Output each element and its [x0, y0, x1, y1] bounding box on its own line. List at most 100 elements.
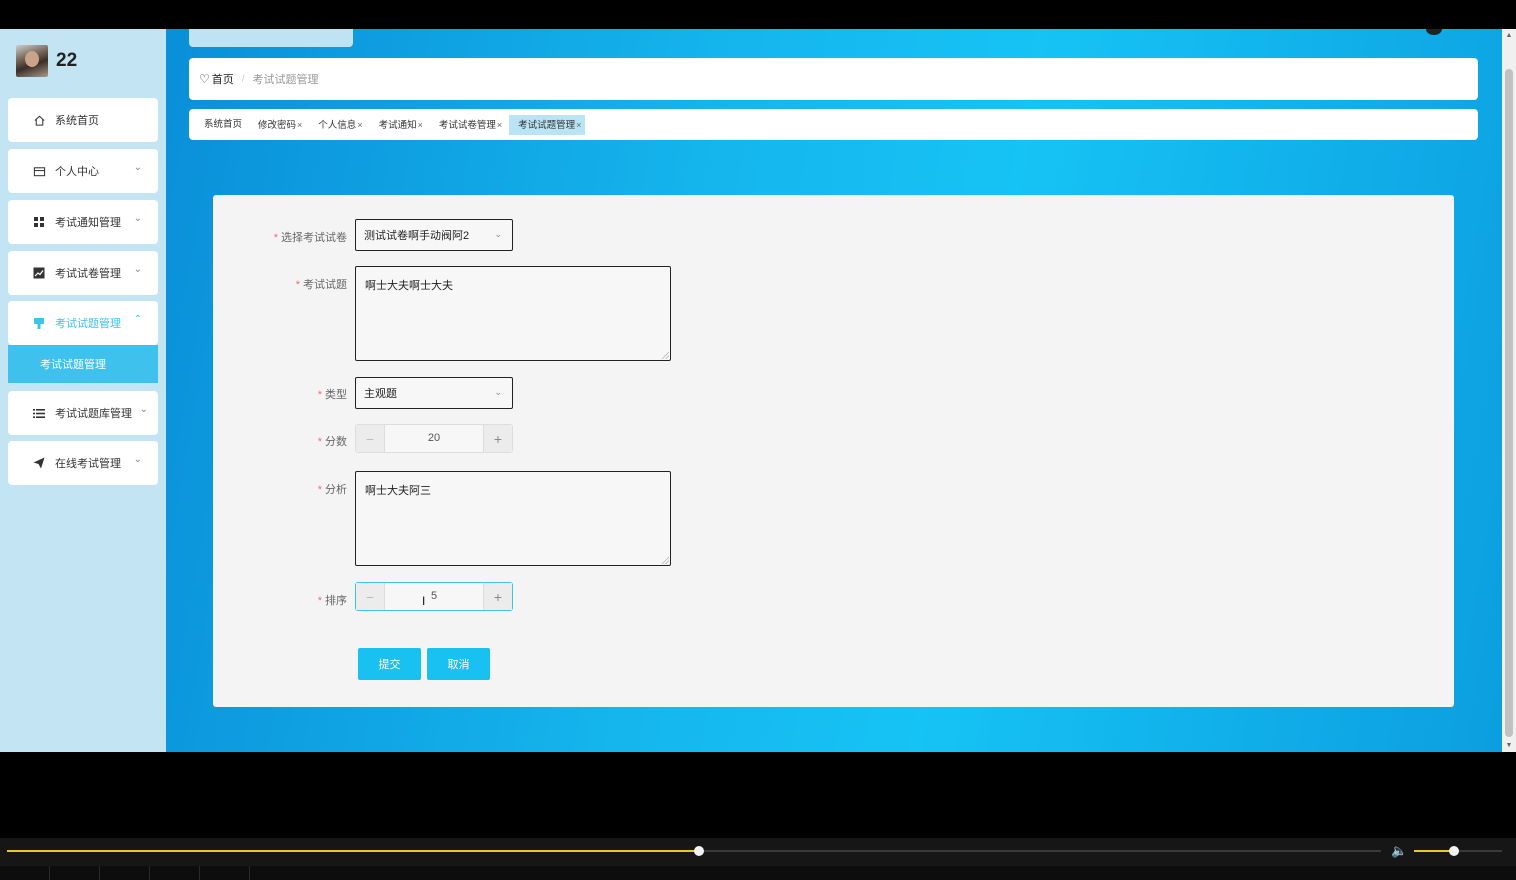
list-icon [32, 406, 46, 420]
score-label: * 分数 [318, 433, 347, 449]
analysis-textarea[interactable]: 啊士大夫阿三 [355, 471, 671, 566]
text-cursor-icon: I [422, 594, 426, 608]
sidebar-item-label: 个人中心 [55, 166, 99, 178]
close-icon[interactable]: × [297, 120, 302, 130]
sidebar-item-label: 考试通知管理 [55, 217, 121, 229]
main-content: ♡ 首页 / 考试试题管理 系统首页 修改密码× 个人信息× 考试通知× 考试试… [166, 29, 1502, 752]
username: 22 [56, 50, 78, 71]
score-input[interactable]: 20 [385, 425, 483, 452]
question-textarea-value: 啊士大夫啊士大夫 [365, 280, 453, 292]
close-icon[interactable]: × [418, 120, 423, 130]
paper-label: * 选择考试试卷 [274, 229, 347, 245]
breadcrumb: ♡ 首页 / 考试试题管理 [189, 58, 1478, 100]
required-mark: * [317, 484, 322, 496]
type-select-value: 主观题 [364, 388, 397, 400]
sidebar-item-label: 考试试卷管理 [55, 268, 121, 280]
close-icon[interactable]: × [357, 120, 362, 130]
id-card-icon [32, 164, 46, 178]
chevron-down-icon: ⌄ [133, 454, 142, 465]
score-decrease-button[interactable]: − [356, 425, 385, 452]
sidebar-item-exam-question[interactable]: 考试试题管理 ⌃ [8, 301, 158, 345]
avatar[interactable] [16, 45, 48, 77]
breadcrumb-separator: / [241, 73, 245, 85]
page-scrollbar[interactable]: ▲ ▼ [1502, 29, 1516, 752]
breadcrumb-home[interactable]: ♡ 首页 [199, 71, 234, 87]
chevron-down-icon: ⌄ [133, 162, 142, 173]
sidebar-item-personal-center[interactable]: 个人中心 ⌄ [8, 149, 158, 193]
analysis-label-text: 分析 [325, 484, 347, 496]
chevron-down-icon: ⌄ [133, 213, 142, 224]
taskbar-item[interactable] [150, 866, 200, 880]
tab-exam-paper[interactable]: 考试试卷管理× [430, 115, 506, 135]
taskbar-item[interactable] [100, 866, 150, 880]
sidebar: 22 系统首页 个人中心 ⌄ 考试通知管理 ⌄ 考试试卷管理 ⌄ 考试试题管理 … [0, 29, 166, 752]
volume-level [1414, 850, 1454, 852]
tab-label: 个人信息 [318, 119, 357, 131]
sidebar-item-exam-paper[interactable]: 考试试卷管理 ⌄ [8, 251, 158, 295]
taskbar-item[interactable] [200, 866, 250, 880]
taskbar-item[interactable] [50, 866, 100, 880]
tab-label: 修改密码 [258, 119, 297, 131]
app-viewport: 22 系统首页 个人中心 ⌄ 考试通知管理 ⌄ 考试试卷管理 ⌄ 考试试题管理 … [0, 29, 1516, 752]
score-label-text: 分数 [325, 436, 347, 448]
order-input[interactable]: 5 [385, 583, 483, 610]
chevron-down-icon: ⌄ [133, 264, 142, 275]
close-icon[interactable]: × [497, 120, 502, 130]
brush-icon [32, 316, 46, 330]
sidebar-item-home[interactable]: 系统首页 [8, 98, 158, 142]
volume-icon[interactable]: 🔈 [1391, 843, 1407, 859]
scrollbar-thumb[interactable] [1505, 69, 1513, 737]
header-user-icon[interactable] [1426, 29, 1442, 35]
required-mark: * [295, 279, 300, 291]
volume-handle[interactable] [1448, 846, 1459, 856]
header-banner [189, 29, 353, 47]
cancel-button[interactable]: 取消 [427, 648, 490, 680]
paper-select[interactable]: 测试试卷啊手动阀阿2 ⌄ [355, 219, 513, 251]
question-label: * 考试试题 [296, 276, 347, 292]
tab-exam-notice[interactable]: 考试通知× [370, 115, 427, 135]
sidebar-item-online-exam[interactable]: 在线考试管理 ⌄ [8, 441, 158, 485]
chevron-down-icon: ⌄ [494, 387, 502, 397]
sidebar-item-exam-notice[interactable]: 考试通知管理 ⌄ [8, 200, 158, 244]
tab-exam-question[interactable]: 考试试题管理× [509, 114, 586, 135]
heart-icon: ♡ [199, 72, 210, 86]
order-stepper[interactable]: − 5 + I [355, 582, 513, 611]
sidebar-item-label: 考试试题库管理 [55, 408, 132, 420]
scroll-up-icon[interactable]: ▲ [1505, 32, 1513, 40]
submit-button[interactable]: 提交 [358, 648, 421, 680]
tab-label: 系统首页 [204, 118, 243, 130]
submenu-item-exam-question[interactable]: 考试试题管理 [8, 345, 158, 383]
score-stepper[interactable]: − 20 + [355, 424, 513, 453]
resize-handle-icon[interactable] [662, 557, 669, 564]
type-select[interactable]: 主观题 ⌄ [355, 377, 513, 409]
analysis-textarea-value: 啊士大夫阿三 [365, 485, 431, 497]
required-mark: * [273, 232, 278, 244]
tab-home[interactable]: 系统首页 [195, 115, 246, 135]
sidebar-item-question-bank[interactable]: 考试试题库管理 ⌄ [8, 391, 158, 435]
tab-personal-info[interactable]: 个人信息× [309, 115, 366, 135]
question-textarea[interactable]: 啊士大夫啊士大夫 [355, 266, 671, 361]
paper-label-text: 选择考试试卷 [281, 232, 347, 244]
grid-icon [32, 215, 46, 229]
resize-handle-icon[interactable] [662, 352, 669, 359]
question-label-text: 考试试题 [303, 279, 347, 291]
tags-bar: 系统首页 修改密码× 个人信息× 考试通知× 考试试卷管理× 考试试题管理× [189, 109, 1478, 140]
user-info: 22 [16, 45, 77, 77]
tab-label: 考试通知 [378, 119, 417, 131]
type-label: * 类型 [318, 386, 347, 402]
breadcrumb-current: 考试试题管理 [252, 74, 319, 86]
breadcrumb-home-label: 首页 [211, 74, 234, 86]
required-mark: * [317, 389, 322, 401]
order-increase-button[interactable]: + [483, 583, 512, 610]
close-icon[interactable]: × [576, 120, 581, 130]
scroll-down-icon[interactable]: ▼ [1505, 742, 1513, 750]
score-increase-button[interactable]: + [483, 425, 512, 452]
chart-icon [32, 266, 46, 280]
analysis-label: * 分析 [318, 481, 347, 497]
paper-select-value: 测试试卷啊手动阀阿2 [364, 230, 470, 242]
seek-handle[interactable] [694, 846, 705, 856]
tab-change-password[interactable]: 修改密码× [249, 115, 306, 135]
order-decrease-button[interactable]: − [356, 583, 385, 610]
taskbar-item[interactable] [0, 866, 50, 880]
form-card: * 选择考试试卷 测试试卷啊手动阀阿2 ⌄ * 考试试题 啊士大夫啊士大夫 * 类型 … [213, 195, 1454, 707]
